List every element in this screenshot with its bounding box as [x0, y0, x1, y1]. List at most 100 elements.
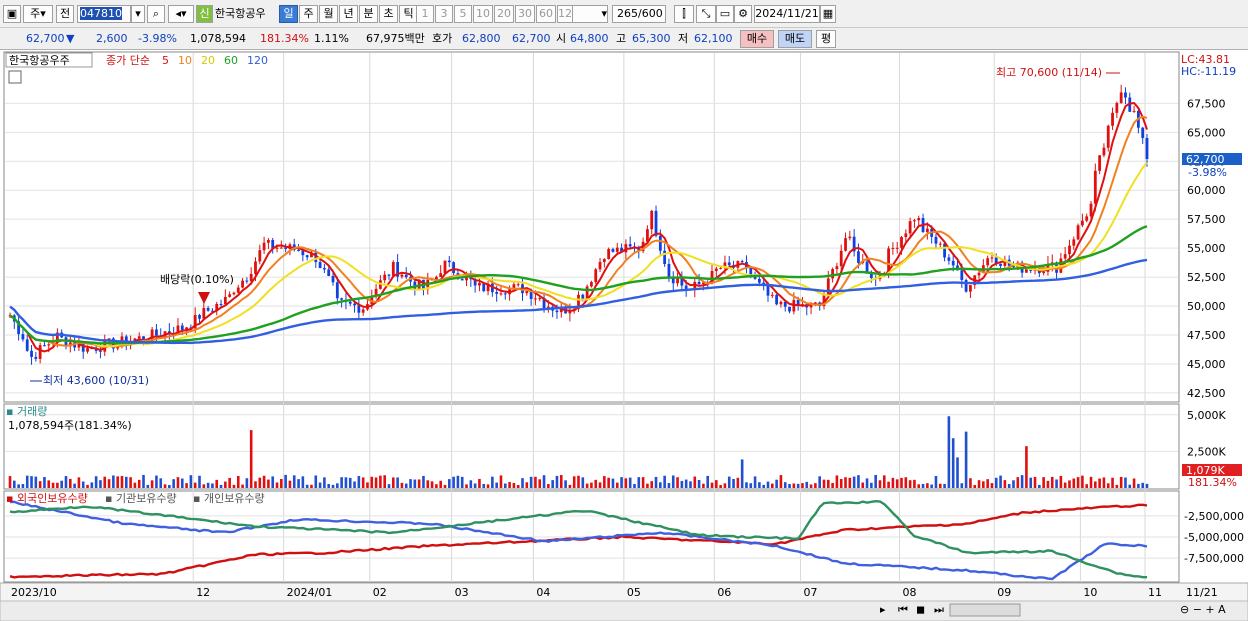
candle-body	[1080, 220, 1084, 226]
volume-bar	[452, 476, 455, 488]
candle-body	[43, 345, 46, 347]
volume-bar	[206, 482, 210, 488]
tab-period-2[interactable]: 월	[319, 5, 338, 23]
volume-bar	[646, 483, 649, 488]
ma-5-line	[9, 102, 1148, 353]
volume-bar	[180, 478, 184, 488]
count-input[interactable]: 265/600	[612, 5, 666, 23]
new-badge: 신	[196, 5, 213, 23]
chart-area[interactable]: 2023/10 12 2024/01 02 03 04 05 06 07 08 09 10 11 11/2…	[0, 50, 1248, 621]
volume-bar	[951, 438, 955, 488]
volume-bar	[628, 477, 632, 488]
volume-bar	[913, 479, 916, 488]
volume-bar	[835, 475, 839, 488]
tab-period-3[interactable]: 년	[339, 5, 358, 23]
candle-body	[1106, 125, 1110, 148]
candle-body	[770, 294, 774, 296]
volume-bar	[852, 476, 856, 488]
volume-bar	[740, 459, 744, 488]
speaker-icon[interactable]: ◂▾	[168, 5, 194, 23]
volume-bar	[1038, 484, 1041, 488]
volume-bar	[577, 475, 580, 488]
price-y-tick: 60,000	[1187, 184, 1226, 197]
volume-bar	[107, 479, 111, 488]
volume-bar	[271, 476, 275, 488]
volume-bar	[146, 484, 150, 488]
volume-bar	[1003, 480, 1007, 488]
save-icon[interactable]: ▭	[716, 5, 734, 23]
gear-icon[interactable]: ⚙	[734, 5, 752, 23]
candle-body	[137, 336, 141, 339]
period-select[interactable]: 주▾	[23, 5, 53, 23]
volume-bar	[318, 482, 322, 488]
volume-bar	[150, 480, 154, 488]
volume-bar	[844, 477, 847, 488]
candle-icon[interactable]: ⫿	[674, 5, 694, 23]
candle-body	[590, 282, 593, 287]
volume-bar	[572, 476, 576, 488]
stock-code-input[interactable]: 047810	[77, 5, 131, 23]
candle-body	[908, 221, 912, 234]
interval-dropdown[interactable]: ▾	[572, 5, 608, 23]
volume-bar	[163, 484, 167, 488]
buy-button[interactable]: 매수	[740, 30, 774, 48]
tab-period-1[interactable]: 주	[299, 5, 318, 23]
code-dropdown-button[interactable]: ▾	[131, 5, 145, 23]
tab-period-4[interactable]: 분	[359, 5, 378, 23]
date-input[interactable]: 2024/11/21	[754, 5, 820, 23]
volume: 1,078,594	[190, 32, 246, 45]
sell-button[interactable]: 매도	[778, 30, 812, 48]
candle-body	[913, 220, 916, 222]
candle-body	[516, 284, 520, 286]
tab-interval-30[interactable]: 30	[515, 5, 535, 23]
stock-label: 한국항공우주	[9, 54, 70, 67]
volume-bar	[499, 475, 503, 488]
volume-bar	[1050, 476, 1054, 488]
holdings-lines	[9, 499, 1148, 581]
volume-bar	[1068, 480, 1071, 488]
volume-bar	[529, 476, 533, 488]
volume-bar	[818, 476, 821, 488]
volume-bar	[1085, 484, 1089, 488]
tab-interval-10[interactable]: 10	[473, 5, 493, 23]
prev-button[interactable]: 전	[56, 5, 74, 23]
volume-bar	[68, 478, 72, 488]
volume-y-tick: 2,500K	[1187, 445, 1226, 458]
volume-bar	[1124, 477, 1127, 488]
search-icon[interactable]: ⌕	[147, 5, 165, 23]
candle-body	[835, 266, 839, 270]
volume-bar	[473, 483, 477, 488]
tab-interval-60[interactable]: 60	[536, 5, 556, 23]
tab-interval-5[interactable]: 5	[454, 5, 472, 23]
eval-button[interactable]: 평	[816, 30, 836, 48]
candle-body	[534, 298, 537, 300]
volume-bar	[1137, 483, 1140, 488]
tab-interval-20[interactable]: 20	[494, 5, 514, 23]
volume-bar	[594, 479, 598, 488]
tab-period-0[interactable]: 일	[279, 5, 298, 23]
candle-body	[232, 292, 236, 295]
candle-body	[986, 258, 990, 266]
candle-body	[1042, 271, 1046, 274]
change-pct: -3.98%	[138, 32, 177, 45]
volume-bar	[38, 481, 42, 488]
price-y-tick: 50,000	[1187, 300, 1226, 313]
volume-bar	[344, 477, 348, 488]
layout-icon[interactable]: ▣	[3, 5, 21, 23]
volume-bar	[831, 483, 834, 488]
volume-bar	[1081, 475, 1084, 488]
volume-bar	[456, 475, 460, 488]
volume-bar	[370, 476, 374, 488]
tab-interval-1[interactable]: 1	[416, 5, 434, 23]
candle-body	[38, 345, 42, 359]
calendar-icon[interactable]: ▦	[820, 5, 836, 23]
candle-body	[443, 260, 447, 274]
tab-interval-3[interactable]: 3	[435, 5, 453, 23]
x-axis-label: 03	[455, 586, 469, 599]
volume-bar	[288, 480, 292, 488]
candle-body	[943, 243, 946, 258]
tab-period-5[interactable]: 초	[379, 5, 398, 23]
volume-bar	[555, 475, 559, 488]
candle-body	[615, 247, 619, 252]
draw-icon[interactable]: ⤡	[696, 5, 716, 23]
